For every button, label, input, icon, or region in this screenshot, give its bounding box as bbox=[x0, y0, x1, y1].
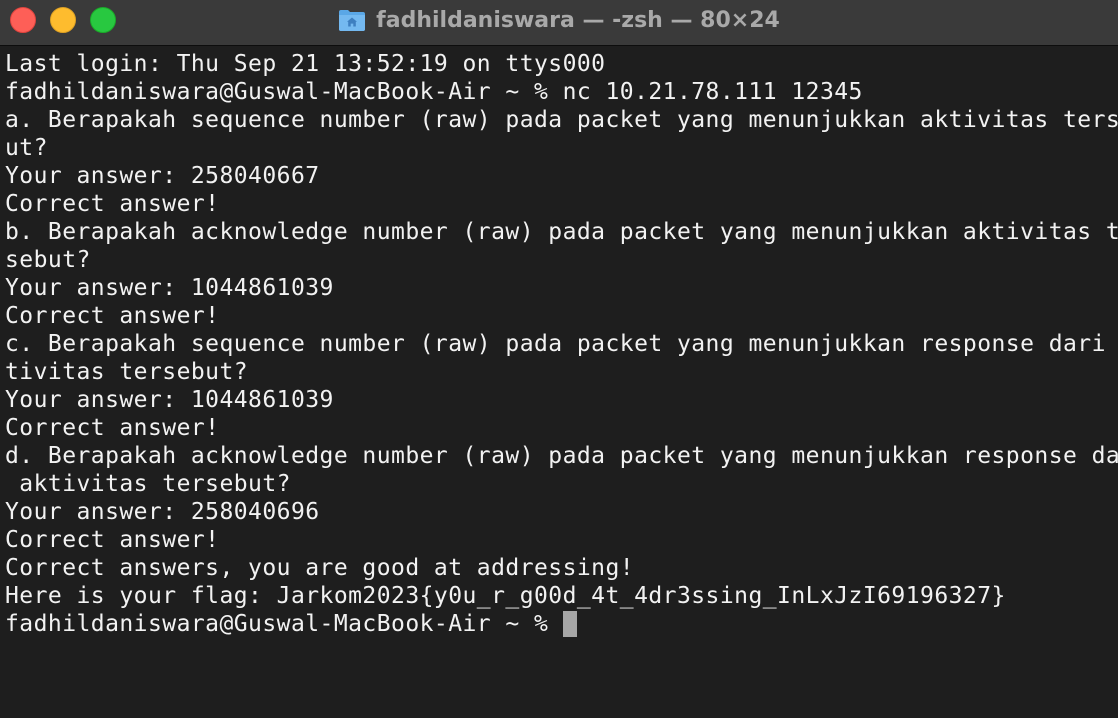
terminal-line: aktivitas tersebut? bbox=[5, 471, 291, 497]
terminal-line: Correct answer! bbox=[5, 303, 220, 329]
terminal-line: tivitas tersebut? bbox=[5, 359, 249, 385]
terminal-line: c. Berapakah sequence number (raw) pada … bbox=[5, 331, 1118, 357]
shell-prompt: fadhildaniswara@Guswal-MacBook-Air ~ % bbox=[5, 611, 563, 637]
terminal-line: a. Berapakah sequence number (raw) pada … bbox=[5, 107, 1118, 133]
window-title-text: fadhildaniswara — -zsh — 80×24 bbox=[376, 7, 780, 33]
prompt-line[interactable]: fadhildaniswara@Guswal-MacBook-Air ~ % bbox=[5, 610, 1118, 638]
window-title: fadhildaniswara — -zsh — 80×24 bbox=[0, 0, 1118, 40]
terminal-line: Correct answer! bbox=[5, 527, 220, 553]
terminal-line: fadhildaniswara@Guswal-MacBook-Air ~ % n… bbox=[5, 79, 863, 105]
terminal-line: Here is your flag: Jarkom2023{y0u_r_g00d… bbox=[5, 583, 1006, 609]
terminal-line: Correct answers, you are good at address… bbox=[5, 555, 635, 581]
terminal-line: Your answer: 1044861039 bbox=[5, 275, 334, 301]
home-folder-icon bbox=[338, 8, 366, 32]
terminal-line: Your answer: 258040696 bbox=[5, 499, 320, 525]
text-cursor bbox=[562, 611, 577, 637]
terminal-line: d. Berapakah acknowledge number (raw) pa… bbox=[5, 443, 1118, 469]
terminal-line: ut? bbox=[5, 135, 48, 161]
terminal-line: Your answer: 258040667 bbox=[5, 163, 320, 189]
terminal-window: fadhildaniswara — -zsh — 80×24 Last logi… bbox=[0, 0, 1118, 718]
title-bar[interactable]: fadhildaniswara — -zsh — 80×24 bbox=[0, 0, 1118, 46]
terminal-line: Last login: Thu Sep 21 13:52:19 on ttys0… bbox=[5, 51, 606, 77]
terminal-line: Your answer: 1044861039 bbox=[5, 387, 334, 413]
terminal-output[interactable]: Last login: Thu Sep 21 13:52:19 on ttys0… bbox=[5, 50, 1118, 718]
terminal-line: b. Berapakah acknowledge number (raw) pa… bbox=[5, 219, 1118, 245]
terminal-line: Correct answer! bbox=[5, 415, 220, 441]
terminal-line: sebut? bbox=[5, 247, 91, 273]
terminal-line: Correct answer! bbox=[5, 191, 220, 217]
